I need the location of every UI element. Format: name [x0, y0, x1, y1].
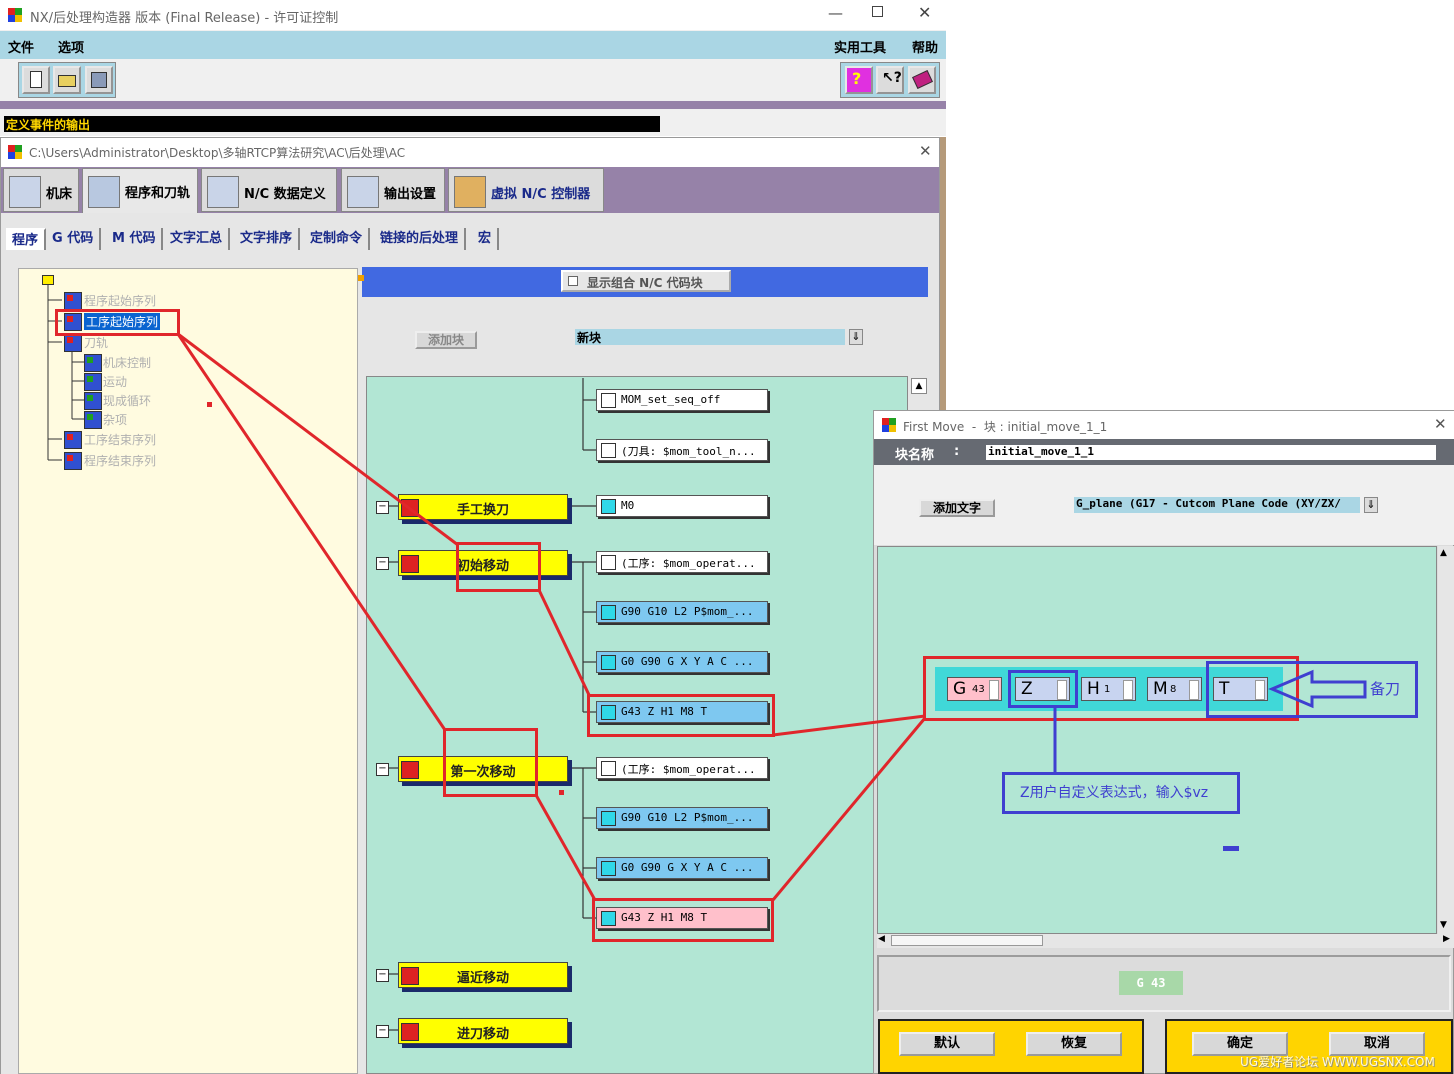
z-note-text: Z用户自定义表达式，输入$vz: [1020, 785, 1209, 801]
blue-dash-mark: [1223, 846, 1239, 851]
watermark: UG爱好者论坛 WWW.UGSNX.COM: [1240, 1055, 1435, 1069]
highlight-z-word: [1008, 670, 1078, 708]
spare-tool-note: 备刀: [1370, 680, 1401, 698]
annotation-lines: [176, 332, 1367, 901]
